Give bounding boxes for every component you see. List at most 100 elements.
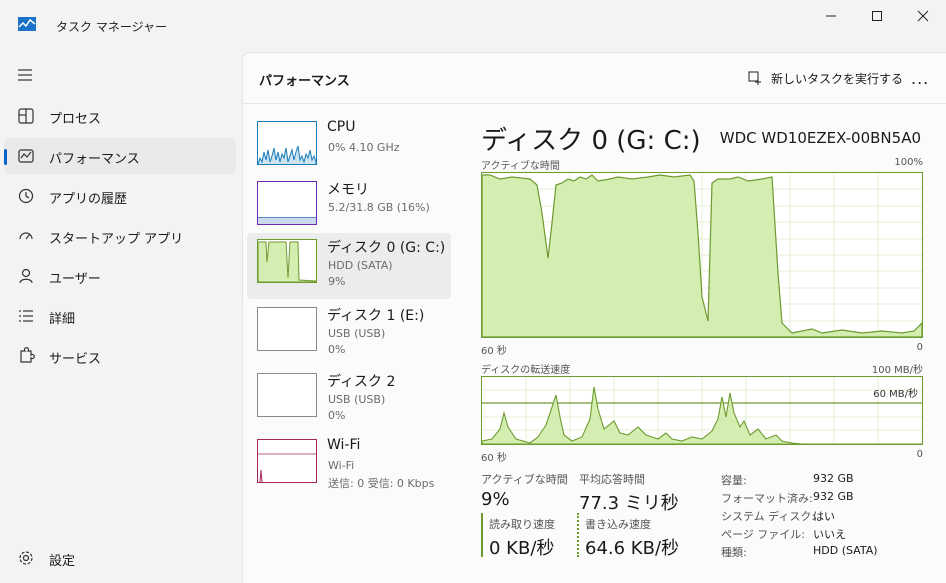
device-name: ディスク 0 (G: C:)	[327, 240, 446, 256]
disk2-thumbnail-graph	[257, 373, 317, 417]
prop-key: フォーマット済み:	[721, 492, 813, 505]
device-name: ディスク 1 (E:)	[327, 308, 425, 324]
close-icon	[917, 10, 929, 22]
hamburger-menu-icon[interactable]	[14, 66, 36, 84]
device-type: Wi-Fi	[328, 459, 355, 472]
minimize-button[interactable]	[808, 0, 854, 32]
nav-label: スタートアップ アプリ	[49, 232, 184, 247]
prop-key: システム ディスク:	[721, 510, 816, 523]
graph2-max: 100 MB/秒	[871, 365, 923, 376]
nav-label: プロセス	[49, 112, 102, 127]
nav-item-performance[interactable]: パフォーマンス	[4, 138, 236, 174]
read-speed-value: 0 KB/秒	[489, 538, 555, 559]
disk-detail-panel: ディスク 0 (G: C:) WDC WD10EZEX-00BN5A0 アクティ…	[481, 115, 927, 575]
nav-item-users[interactable]: ユーザー	[4, 258, 236, 294]
memory-thumbnail-graph	[257, 181, 317, 225]
graph2-label: ディスクの転送速度	[481, 365, 571, 376]
nav-label: ユーザー	[49, 272, 101, 287]
startup-gauge-icon	[19, 232, 33, 240]
services-puzzle-icon	[20, 347, 35, 363]
detail-title: ディスク 0 (G: C:)	[481, 126, 701, 156]
read-rate-indicator	[481, 513, 483, 557]
active-time-value: 9%	[481, 489, 510, 510]
device-usage: 0%	[328, 343, 346, 356]
run-task-icon	[748, 71, 761, 85]
maximize-icon	[872, 11, 882, 21]
minimize-icon	[826, 15, 836, 17]
response-time-value: 77.3 ミリ秒	[579, 493, 679, 514]
details-list-icon	[19, 310, 33, 322]
device-throughput: 送信: 0 受信: 0 Kbps	[328, 477, 435, 490]
run-new-task-button[interactable]: 新しいタスクを実行する	[747, 68, 903, 88]
close-button[interactable]	[900, 0, 946, 32]
device-item-memory[interactable]: メモリ 5.2/31.8 GB (16%)	[247, 175, 451, 241]
graph1-label: アクティブな時間	[481, 161, 560, 172]
device-name: メモリ	[327, 182, 369, 198]
device-status: 0% 4.10 GHz	[328, 141, 400, 154]
device-item-disk-2[interactable]: ディスク 2 USB (USB) 0%	[247, 367, 451, 433]
graph2-line-label: 60 MB/秒	[873, 389, 918, 400]
main-content: パフォーマンス 新しいタスクを実行する ... CPU 0% 4.10 GHz …	[242, 52, 946, 583]
prop-value: 932 GB	[813, 472, 854, 485]
write-speed-label: 書き込み速度	[585, 518, 651, 531]
app-title: タスク マネージャー	[56, 20, 167, 34]
device-item-disk-0[interactable]: ディスク 0 (G: C:) HDD (SATA) 9%	[247, 233, 451, 299]
active-time-graph	[481, 172, 923, 338]
maximize-button[interactable]	[854, 0, 900, 32]
transfer-rate-graph: 60 MB/秒	[481, 376, 923, 445]
performance-icon	[18, 149, 34, 163]
nav-item-app-history[interactable]: アプリの履歴	[4, 178, 236, 214]
disk1-thumbnail-graph	[257, 307, 317, 351]
gear-icon	[19, 551, 33, 565]
prop-value: 932 GB	[813, 490, 854, 503]
navigation-pane: プロセス パフォーマンス アプリの履歴 スタートアップ アプリ ユーザー 詳細 …	[0, 52, 242, 583]
header-divider	[243, 103, 946, 104]
prop-key: 容量:	[721, 474, 747, 487]
nav-label: 詳細	[49, 312, 76, 327]
device-name: CPU	[327, 119, 356, 135]
nav-item-details[interactable]: 詳細	[4, 298, 236, 334]
device-type: HDD (SATA)	[328, 259, 393, 272]
graph2-time: 60 秒	[481, 453, 507, 464]
disk0-thumbnail-graph	[257, 239, 317, 283]
nav-item-processes[interactable]: プロセス	[4, 98, 236, 134]
prop-value: いいえ	[813, 528, 846, 541]
prop-value: HDD (SATA)	[813, 544, 878, 557]
nav-label: パフォーマンス	[49, 152, 140, 167]
read-speed-label: 読み取り速度	[489, 518, 555, 531]
processes-icon	[18, 108, 34, 124]
response-time-label: 平均応答時間	[579, 473, 645, 486]
more-options-button[interactable]: ...	[911, 69, 929, 88]
page-title: パフォーマンス	[259, 74, 350, 89]
cpu-thumbnail-graph	[257, 121, 317, 165]
device-item-cpu[interactable]: CPU 0% 4.10 GHz	[247, 115, 451, 181]
disk-model: WDC WD10EZEX-00BN5A0	[719, 129, 921, 147]
write-rate-indicator	[577, 513, 579, 557]
write-speed-value: 64.6 KB/秒	[585, 538, 680, 559]
device-status: 5.2/31.8 GB (16%)	[328, 201, 430, 214]
graph1-max: 100%	[894, 157, 923, 168]
graph1-zero: 0	[916, 342, 923, 353]
nav-item-startup-apps[interactable]: スタートアップ アプリ	[4, 218, 236, 254]
wifi-thumbnail-graph	[257, 439, 317, 483]
device-usage: 0%	[328, 409, 346, 422]
history-icon	[18, 188, 34, 204]
prop-key: 種類:	[721, 546, 747, 559]
device-type: USB (USB)	[328, 393, 386, 406]
device-item-wifi[interactable]: Wi-Fi Wi-Fi 送信: 0 受信: 0 Kbps	[247, 433, 451, 499]
nav-label: 設定	[49, 554, 76, 569]
title-bar: タスク マネージャー	[0, 0, 946, 52]
users-icon	[19, 268, 33, 284]
nav-label: アプリの履歴	[49, 192, 128, 207]
device-item-disk-1[interactable]: ディスク 1 (E:) USB (USB) 0%	[247, 301, 451, 367]
prop-key: ページ ファイル:	[721, 528, 805, 541]
nav-item-services[interactable]: サービス	[4, 338, 236, 374]
prop-value: はい	[813, 510, 835, 523]
active-time-label: アクティブな時間	[481, 473, 568, 486]
nav-label: サービス	[49, 352, 102, 367]
device-name: ディスク 2	[327, 374, 396, 390]
run-task-label: 新しいタスクを実行する	[771, 71, 904, 86]
task-manager-icon	[18, 17, 36, 31]
graph2-zero: 0	[916, 449, 923, 460]
nav-item-settings[interactable]: 設定	[4, 540, 236, 576]
